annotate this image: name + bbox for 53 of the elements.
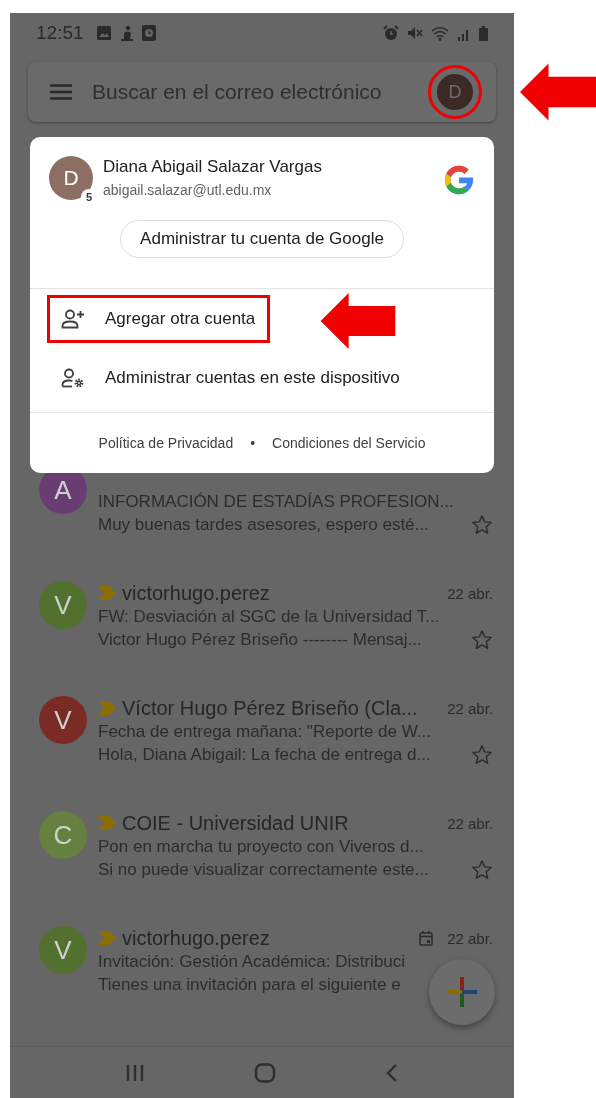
mute-icon [407,25,423,41]
email-date: 22 abr. [447,929,493,947]
menu-icon[interactable] [50,84,72,100]
compose-button[interactable] [429,959,495,1025]
terms-of-service-link[interactable]: Condiciones del Servicio [272,435,426,451]
sender-name: COIE - Universidad UNIR [122,811,350,835]
google-logo-icon [442,163,476,197]
email-date: 22 abr. [447,814,493,832]
star-icon[interactable] [471,743,493,766]
plus-icon [447,977,477,1007]
recent-apps-icon[interactable] [124,1063,145,1082]
email-snippet: Si no puede visualizar correctamente este... [98,859,429,881]
sender-name: Víctor Hugo Pérez Briseño (Cla... [122,696,419,720]
status-time: 12:51 [36,22,84,44]
sender-avatar: C [39,811,87,859]
sender-name: victorhugo.perez [122,926,271,950]
person-add-icon [61,309,85,329]
privacy-policy-link[interactable]: Política de Privacidad [98,435,234,451]
menu-item[interactable]: Administrar cuentas en este dispositivo [47,354,415,402]
email-date: 22 abr. [447,699,493,717]
email-subject: Fecha de entrega mañana: "Reporte de W... [98,721,431,743]
star-icon[interactable] [471,858,493,881]
email-snippet: Muy buenas tardes asesores, espero esté... [98,514,429,536]
clock-icon [141,25,156,41]
home-icon[interactable] [254,1062,276,1083]
person-gear-icon [61,368,85,388]
email-snippet: Tienes una invitación para el siguiente e [98,974,401,996]
email-date: 22 abr. [447,584,493,602]
sender-name: victorhugo.perez [122,581,271,605]
alarm-icon [383,25,399,41]
avatar-letter: D [63,166,79,190]
sender-avatar: V [39,581,87,629]
figure-icon [119,25,134,41]
email-subject: Invitación: Gestión Académica: Distribuci [98,951,406,973]
separator-dot: • [250,435,256,451]
back-icon[interactable] [385,1062,400,1083]
battery-icon [479,25,488,41]
account-email: abigail.salazar@utl.edu.mx [103,182,273,198]
image-icon [95,25,112,41]
star-icon[interactable] [471,628,493,651]
email-subject: INFORMACIÓN DE ESTADÍAS PROFESION... [98,491,454,513]
sender-avatar: V [39,696,87,744]
email-snippet: Victor Hugo Pérez Briseño -------- Mensaj... [98,629,422,651]
star-icon[interactable] [471,513,493,536]
menu-item[interactable]: Agregar otra cuenta [47,295,271,343]
email-subject: FW: Desviación al SGC de la Universidad T... [98,606,440,628]
email-snippet: Hola, Diana Abigail: La fecha de entrega d... [98,744,431,766]
account-name: Diana Abigail Salazar Vargas [103,157,323,177]
manage-account-button[interactable]: Administrar tu cuenta de Google [120,220,404,258]
search-field[interactable]: Buscar en el correo electrónico [92,80,408,104]
wifi-icon [431,25,449,41]
sender-avatar: V [39,926,87,974]
email-subject: Pon en marcha tu proyecto con Viveros d... [98,836,424,858]
